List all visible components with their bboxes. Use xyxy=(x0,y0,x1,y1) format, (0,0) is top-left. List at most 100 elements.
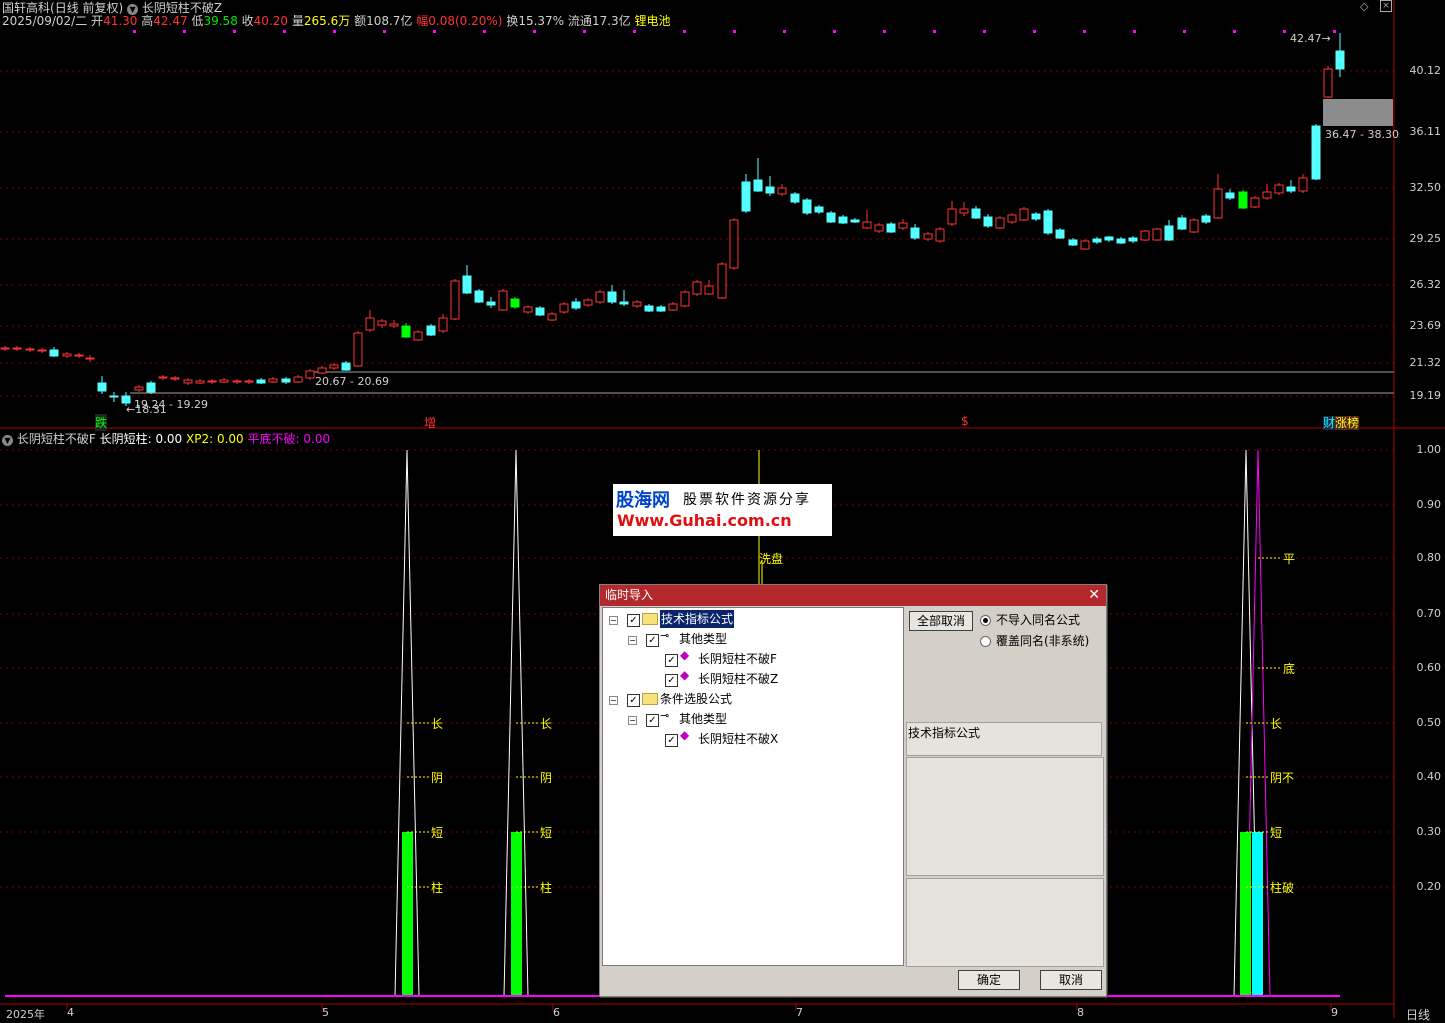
tree-item-screener-formulas[interactable]: 条件选股公式 xyxy=(660,690,732,708)
detail-box[interactable] xyxy=(906,878,1104,967)
tree-checkbox[interactable]: ✓ xyxy=(646,634,659,647)
folder-icon xyxy=(642,613,658,625)
indicator-header: ▼ 长阴短柱不破F 长阴短柱: 0.00 XP2: 0.00 平底不破: 0.0… xyxy=(2,430,330,447)
indicator-tick: 0.90 xyxy=(1416,498,1442,511)
tree-checkbox[interactable]: ✓ xyxy=(627,614,640,627)
label-duan: 短 xyxy=(431,826,444,840)
watermark-url: Www.Guhai.com.cn xyxy=(617,511,792,530)
candle-body xyxy=(183,379,193,384)
scroll-up-icon[interactable]: ◇ xyxy=(1360,0,1368,13)
radio-skip[interactable] xyxy=(980,615,991,626)
tree-checkbox[interactable]: ✓ xyxy=(646,714,659,727)
description-box[interactable] xyxy=(906,757,1104,876)
close-icon[interactable]: ✕ xyxy=(1088,585,1100,606)
signal-dot xyxy=(383,30,386,33)
time-tick: 8 xyxy=(1077,1006,1084,1019)
tree-expander[interactable]: − xyxy=(609,616,618,625)
indicator-name[interactable]: 长阴短柱不破F xyxy=(17,432,96,446)
candle-body xyxy=(1080,240,1090,250)
tree-checkbox[interactable]: ✓ xyxy=(665,674,678,687)
tree-item-indicator-formulas[interactable]: 技术指标公式 xyxy=(660,610,735,628)
candle-body xyxy=(195,380,205,384)
candle-body xyxy=(232,380,242,383)
candle-body xyxy=(971,208,981,219)
radio-overwrite[interactable] xyxy=(980,636,991,647)
signal-dot xyxy=(983,30,986,33)
candle-body xyxy=(158,376,168,379)
candle-body xyxy=(1335,50,1345,70)
signal-dot xyxy=(783,30,786,33)
signal-dot xyxy=(933,30,936,33)
tree-item-formula-x[interactable]: 长阴短柱不破X xyxy=(698,730,778,748)
tree-expander[interactable]: − xyxy=(609,696,618,705)
candle-body xyxy=(438,317,448,332)
candle-body xyxy=(1140,230,1150,241)
signal-dot xyxy=(1083,30,1086,33)
low-label: 低 xyxy=(191,14,204,28)
signal-dot xyxy=(183,30,186,33)
candle-body xyxy=(281,378,291,383)
tree-item-formula-f[interactable]: 长阴短柱不破F xyxy=(698,650,777,668)
signal-dot xyxy=(233,30,236,33)
open-label: 开 xyxy=(91,14,104,28)
tree-item-formula-z[interactable]: 长阴短柱不破Z xyxy=(698,670,778,688)
signal-dot xyxy=(633,30,636,33)
time-tick: 9 xyxy=(1331,1006,1338,1019)
candle-body xyxy=(25,348,35,351)
quote-line: 2025/09/02/二 开41.30 高42.47 低39.58 收40.20… xyxy=(2,12,671,29)
candle-body xyxy=(462,275,472,294)
event-tag-dollar[interactable]: $ xyxy=(961,414,969,428)
signal-dot xyxy=(733,30,736,33)
radio-skip-label[interactable]: 不导入同名公式 xyxy=(996,611,1080,629)
event-tag-increase[interactable]: 增 xyxy=(424,414,436,431)
candle-body xyxy=(850,219,860,223)
event-tag-drop[interactable]: 跌 xyxy=(95,414,108,431)
period-button[interactable]: 日线 xyxy=(1406,1006,1430,1023)
signal-dot xyxy=(583,30,586,33)
candle-body xyxy=(401,325,411,338)
candle-body xyxy=(1250,197,1260,208)
candle-body xyxy=(121,395,131,404)
deselect-all-button[interactable]: 全部取消 xyxy=(909,611,973,631)
tree-checkbox[interactable]: ✓ xyxy=(627,694,640,707)
high-label: 高 xyxy=(141,14,154,28)
signal-dot xyxy=(1133,30,1136,33)
indicator-dropdown-icon[interactable]: ▼ xyxy=(2,435,13,446)
ok-button[interactable]: 确定 xyxy=(958,970,1020,990)
candle-body xyxy=(1043,210,1053,234)
range-mid-label: 20.67 - 20.69 xyxy=(315,375,389,388)
signal-dot xyxy=(883,30,886,33)
signal-dot xyxy=(533,30,536,33)
tree-item-other-types[interactable]: 其他类型 xyxy=(679,710,727,728)
candle-body xyxy=(486,301,496,306)
label-zhu: 柱 xyxy=(540,881,553,895)
formula-tree[interactable]: − ✓ 技术指标公式 − ✓ ⊸ 其他类型 ✓ ◆ 长阴短柱不破F ✓ ◆ 长阴… xyxy=(602,607,904,966)
label-yinbu: 阴不 xyxy=(1270,771,1295,785)
candle-body xyxy=(632,301,642,307)
dialog-titlebar[interactable]: 临时导入 ✕ xyxy=(600,585,1106,606)
time-tick: 2025年 xyxy=(6,1008,45,1021)
signal-dot xyxy=(1333,30,1336,33)
tree-checkbox[interactable]: ✓ xyxy=(665,734,678,747)
signal-dot xyxy=(833,30,836,33)
arrow-right-icon: → xyxy=(1321,32,1331,45)
candle-body xyxy=(450,280,460,320)
price-tick: 23.69 xyxy=(1409,319,1442,332)
tree-checkbox[interactable]: ✓ xyxy=(665,654,678,667)
close-chart-icon[interactable]: × xyxy=(1380,0,1392,12)
tree-expander[interactable]: − xyxy=(628,636,637,645)
tree-expander[interactable]: − xyxy=(628,716,637,725)
candle-body xyxy=(1286,186,1296,192)
indicator-bar xyxy=(1240,832,1251,996)
event-tag-finance[interactable]: 财涨榜 xyxy=(1323,414,1360,431)
candle-body xyxy=(49,349,59,357)
candle-body xyxy=(1177,217,1187,230)
candle-body xyxy=(802,199,812,214)
import-dialog: 临时导入 ✕ − ✓ 技术指标公式 − ✓ ⊸ 其他类型 ✓ ◆ 长阴短柱不破F… xyxy=(599,584,1107,997)
cancel-button[interactable]: 取消 xyxy=(1040,970,1102,990)
tree-item-other-types[interactable]: 其他类型 xyxy=(679,630,727,648)
candle-body xyxy=(765,186,775,194)
sector-label[interactable]: 锂电池 xyxy=(635,14,671,28)
candle-body xyxy=(547,313,557,321)
radio-overwrite-label[interactable]: 覆盖同名(非系统) xyxy=(996,632,1089,650)
